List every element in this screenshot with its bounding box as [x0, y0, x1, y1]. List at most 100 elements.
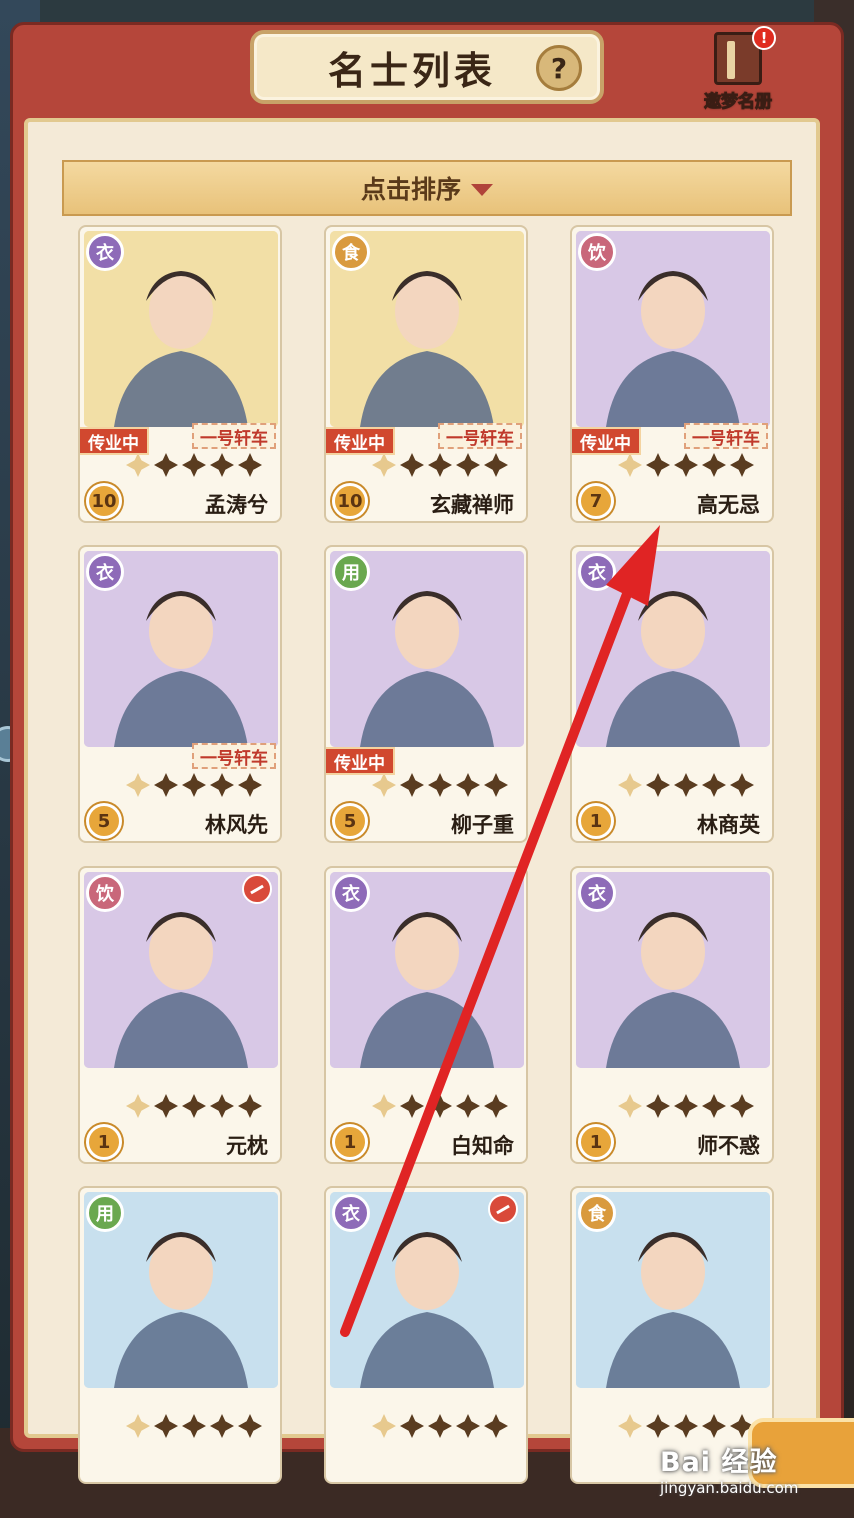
training-tag: 传业中 [326, 747, 395, 775]
star-icon [400, 1414, 424, 1438]
star-icon [456, 1414, 480, 1438]
category-badge: 用 [86, 1194, 124, 1232]
star-icon [400, 1094, 424, 1118]
sort-button[interactable]: 点击排序 [62, 160, 792, 216]
character-card[interactable]: 衣 1 林商英 [570, 545, 774, 843]
star-icon [126, 453, 150, 477]
character-card[interactable]: 食传业中 一号轩车 10 玄藏禅师 [324, 225, 528, 523]
star-rating [618, 1094, 754, 1118]
star-icon [154, 1094, 178, 1118]
star-icon [238, 773, 262, 797]
star-rating [126, 773, 262, 797]
star-icon [456, 1094, 480, 1118]
star-icon [674, 1094, 698, 1118]
star-icon [372, 1094, 396, 1118]
star-icon [484, 453, 508, 477]
star-icon [154, 453, 178, 477]
star-rating [126, 453, 262, 477]
watermark: Bai 经验 jingyan.baidu.com [660, 1440, 798, 1497]
training-tag: 传业中 [326, 427, 395, 455]
star-icon [730, 773, 754, 797]
character-card[interactable]: 用传业中 5 柳子重 [324, 545, 528, 843]
star-rating [618, 773, 754, 797]
category-badge: 食 [578, 1194, 616, 1232]
star-icon [428, 1094, 452, 1118]
character-card[interactable]: 衣 1 白知命 [324, 866, 528, 1164]
training-tag: 传业中 [80, 427, 149, 455]
dream-book-label: 邀梦名册 [704, 92, 773, 113]
character-card[interactable]: 衣一号轩车 5 林风先 [78, 545, 282, 843]
category-badge: 衣 [578, 874, 616, 912]
star-icon [646, 453, 670, 477]
status-icon [488, 1194, 518, 1224]
star-icon [238, 1094, 262, 1118]
star-icon [372, 453, 396, 477]
watermark-url: jingyan.baidu.com [660, 1479, 799, 1497]
level-badge: 1 [86, 1124, 122, 1160]
star-rating [126, 1094, 262, 1118]
star-icon [674, 773, 698, 797]
character-card[interactable]: 饮传业中 一号轩车 7 高无忌 [570, 225, 774, 523]
star-icon [456, 453, 480, 477]
star-icon [182, 773, 206, 797]
category-badge: 衣 [86, 553, 124, 591]
star-rating [372, 773, 508, 797]
category-badge: 食 [332, 233, 370, 271]
character-name: 师不惑 [697, 1134, 760, 1158]
star-icon [484, 1414, 508, 1438]
star-icon [674, 1414, 698, 1438]
star-icon [182, 453, 206, 477]
star-icon [428, 773, 452, 797]
category-badge: 衣 [332, 874, 370, 912]
star-rating [618, 453, 754, 477]
character-name: 孟涛兮 [205, 493, 268, 517]
star-icon [618, 1094, 642, 1118]
star-icon [702, 1414, 726, 1438]
carriage-tag: 一号轩车 [684, 423, 768, 449]
star-icon [702, 453, 726, 477]
level-badge: 7 [578, 483, 614, 519]
level-badge: 10 [332, 483, 368, 519]
character-card[interactable]: 衣 1 师不惑 [570, 866, 774, 1164]
star-rating [372, 1094, 508, 1118]
character-card[interactable]: 衣 [324, 1186, 528, 1484]
star-icon [730, 1094, 754, 1118]
title-plate: 名士列表 ? [250, 30, 604, 104]
star-rating [126, 1414, 262, 1438]
star-icon [702, 1094, 726, 1118]
star-icon [126, 1094, 150, 1118]
star-icon [154, 773, 178, 797]
star-icon [646, 1414, 670, 1438]
star-icon [428, 453, 452, 477]
character-card[interactable]: 用 [78, 1186, 282, 1484]
character-card[interactable]: 衣传业中 一号轩车 10 孟涛兮 [78, 225, 282, 523]
star-icon [210, 453, 234, 477]
star-icon [210, 773, 234, 797]
star-icon [238, 453, 262, 477]
star-icon [456, 773, 480, 797]
star-icon [400, 773, 424, 797]
star-icon [646, 1094, 670, 1118]
star-icon [400, 453, 424, 477]
star-icon [484, 1094, 508, 1118]
character-name: 林风先 [205, 813, 268, 837]
notification-badge: ! [752, 26, 776, 50]
carriage-tag: 一号轩车 [438, 423, 522, 449]
sort-label: 点击排序 [360, 175, 461, 204]
star-icon [238, 1414, 262, 1438]
character-card[interactable]: 饮 1 元枕 [78, 866, 282, 1164]
watermark-logo: Bai 经验 [660, 1447, 778, 1478]
character-name: 高无忌 [697, 493, 760, 517]
page-title: 名士列表 [327, 48, 496, 93]
level-badge: 1 [332, 1124, 368, 1160]
star-icon [702, 773, 726, 797]
star-icon [484, 773, 508, 797]
star-icon [182, 1414, 206, 1438]
star-rating [618, 1414, 754, 1438]
dream-book-button[interactable]: ! 邀梦名册 [690, 26, 786, 113]
help-icon[interactable]: ? [536, 45, 582, 91]
status-icon [242, 874, 272, 904]
star-icon [646, 773, 670, 797]
category-badge: 衣 [86, 233, 124, 271]
star-icon [154, 1414, 178, 1438]
